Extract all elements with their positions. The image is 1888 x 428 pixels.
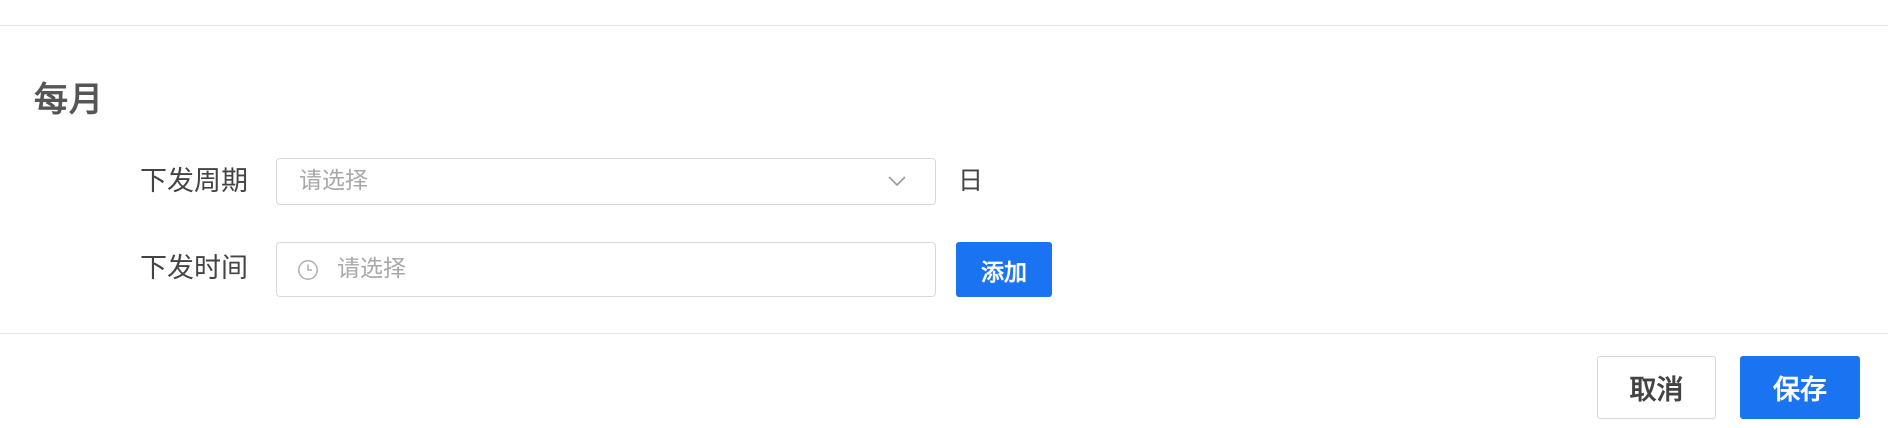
issue-cycle-placeholder: 请选择: [299, 168, 368, 194]
top-divider: [0, 25, 1888, 26]
issue-cycle-select[interactable]: 请选择: [276, 158, 936, 205]
add-button[interactable]: 添加: [956, 242, 1052, 297]
chevron-down-icon: [888, 176, 906, 187]
cancel-button[interactable]: 取消: [1597, 356, 1716, 419]
issue-time-input[interactable]: [337, 243, 917, 295]
issue-time-label: 下发时间: [140, 253, 248, 284]
section-title: 每月: [34, 80, 104, 120]
footer-divider: [0, 333, 1888, 334]
issue-time-picker[interactable]: [276, 242, 936, 297]
issue-cycle-label: 下发周期: [140, 166, 248, 197]
day-unit-label: 日: [958, 166, 984, 195]
clock-icon: [298, 260, 318, 280]
save-button[interactable]: 保存: [1740, 356, 1860, 419]
dialog-panel: 每月 下发周期 请选择 日 下发时间 添加 取消 保存: [0, 0, 1888, 428]
